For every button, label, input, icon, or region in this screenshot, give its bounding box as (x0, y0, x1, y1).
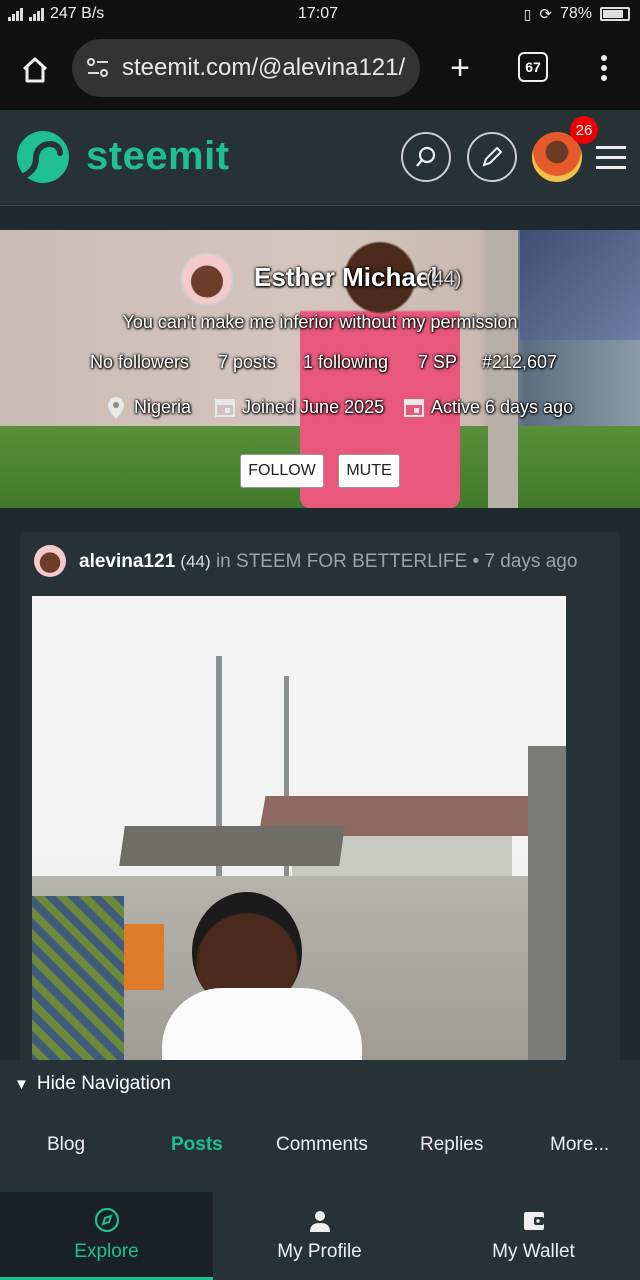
battery-percent: 78% (559, 5, 592, 22)
bottom-tab-explore[interactable]: Explore (0, 1192, 213, 1280)
post-meta: alevina121 (44) in STEEM FOR BETTERLIFE … (79, 551, 577, 573)
bottom-tab-my-wallet-label: My Wallet (492, 1241, 575, 1262)
bottom-tab-explore-label: Explore (74, 1240, 139, 1262)
rotation-lock-icon: ⟳ (539, 6, 552, 23)
tab-count-button[interactable]: 67 (518, 52, 548, 82)
meta-separator: • (472, 551, 480, 572)
steem-power: 7 SP (418, 352, 458, 372)
tab-comments[interactable]: Comments (276, 1134, 368, 1156)
photo-shed-roof (119, 826, 345, 866)
site-header: steemit (0, 110, 640, 206)
brand-name[interactable]: steemit (86, 134, 230, 179)
calendar-icon (214, 396, 236, 423)
vibrate-icon: ▯ (523, 5, 532, 22)
tab-more[interactable]: More... (550, 1134, 609, 1156)
wallet-icon (523, 1212, 544, 1230)
bottom-tab-my-profile[interactable]: My Profile (213, 1192, 426, 1280)
site-settings-icon[interactable] (86, 57, 110, 79)
hide-navigation-toggle[interactable]: ▼ Hide Navigation (14, 1073, 171, 1095)
post-in-label: in (215, 551, 231, 572)
posts-count[interactable]: 7 posts (218, 352, 276, 373)
signal-icon (8, 7, 23, 21)
pencil-icon (482, 146, 503, 167)
compass-icon (94, 1207, 119, 1232)
net-speed: 247 B/s (50, 5, 105, 22)
follow-button[interactable]: FOLLOW (240, 454, 324, 488)
status-right: ▯ ⟳ 78% .batt::after{width:78%} (524, 5, 630, 23)
post-age[interactable]: 7 days ago (484, 551, 577, 572)
following-count[interactable]: 1 following (303, 352, 388, 373)
post-author-avatar[interactable] (34, 545, 66, 577)
photo-wall (528, 746, 566, 1076)
calendar-icon (403, 396, 425, 423)
steemit-logo-icon[interactable] (14, 128, 72, 191)
menu-dots-icon[interactable] (590, 50, 618, 86)
profile-about: You can't make me inferior without my pe… (122, 312, 518, 332)
location-icon (106, 396, 126, 425)
profile-name: Esther Michael (254, 262, 438, 292)
post-community[interactable]: STEEM FOR BETTERLIFE (236, 551, 467, 572)
triangle-down-icon: ▼ (14, 1075, 29, 1093)
profile-last-active: Active 6 days ago (431, 397, 574, 417)
profile-joined: Joined June 2025 (242, 397, 385, 417)
status-bar: 247 B/s 17:07 ▯ ⟳ 78% .batt::after{width… (0, 0, 640, 28)
browser-toolbar: steemit.com/@alevina121/ + 67 (0, 28, 640, 110)
signal-icon (29, 7, 44, 21)
photo-cloth (32, 896, 124, 1076)
photo-cloth (124, 924, 164, 990)
url-text: steemit.com/@alevina121/ (122, 54, 406, 81)
clock: 17:07 (298, 5, 339, 22)
search-icon (416, 146, 436, 167)
tab-blog[interactable]: Blog (47, 1134, 85, 1156)
mute-button[interactable]: MUTE (338, 454, 400, 488)
tab-replies[interactable]: Replies (420, 1134, 483, 1156)
post-thumbnail[interactable] (32, 596, 566, 1076)
bottom-tab-my-wallet[interactable]: My Wallet (427, 1192, 640, 1280)
bottom-tab-my-profile-label: My Profile (277, 1241, 362, 1262)
tab-posts[interactable]: Posts (171, 1134, 223, 1156)
battery-icon: .batt::after{width:78%} (600, 7, 630, 21)
profile-location: Nigeria (134, 397, 192, 417)
profile-reputation: (44) (426, 268, 462, 290)
home-icon[interactable] (14, 50, 56, 90)
address-bar[interactable]: steemit.com/@alevina121/ (72, 39, 420, 97)
post-author-rep: (44) (180, 552, 211, 571)
profile-avatar[interactable] (180, 252, 234, 306)
hide-navigation-label: Hide Navigation (36, 1073, 171, 1094)
person-icon (309, 1211, 330, 1232)
search-button[interactable] (401, 132, 451, 182)
user-rank: #212,607 (482, 352, 558, 372)
notification-badge[interactable]: 26 (570, 116, 598, 144)
followers-count[interactable]: No followers (90, 352, 189, 373)
post-author[interactable]: alevina121 (79, 551, 175, 572)
status-left: 247 B/s (8, 5, 104, 23)
create-post-button[interactable] (467, 132, 517, 182)
new-tab-icon[interactable]: + (440, 48, 480, 88)
hamburger-menu-icon[interactable] (596, 146, 626, 169)
